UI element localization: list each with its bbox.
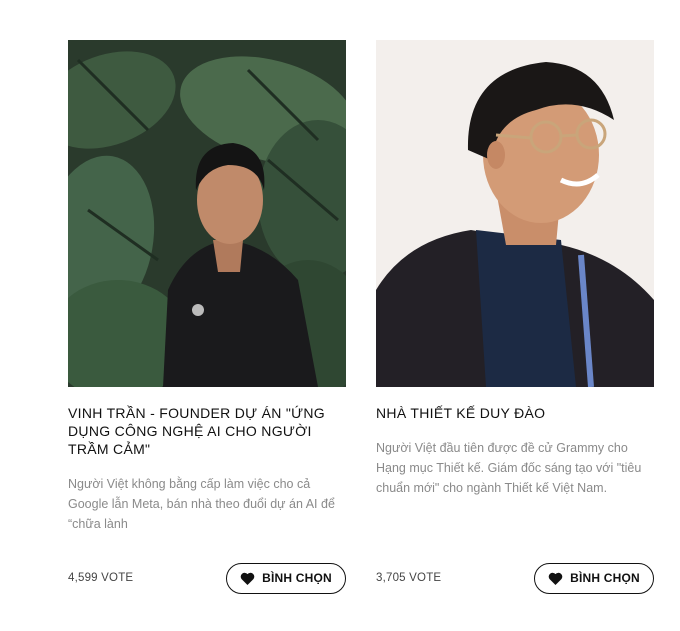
vote-count: 3,705 VOTE — [376, 572, 442, 584]
nominee-photo-image — [68, 40, 346, 387]
nominee-grid: VINH TRẦN - FOUNDER DỰ ÁN "ỨNG DỤNG CÔNG… — [68, 40, 654, 600]
vote-button[interactable]: BÌNH CHỌN — [534, 562, 654, 594]
nominee-title[interactable]: NHÀ THIẾT KẾ DUY ĐÀO — [376, 404, 654, 422]
vote-button[interactable]: BÌNH CHỌN — [226, 562, 346, 594]
nominee-card: NHÀ THIẾT KẾ DUY ĐÀO Người Việt đầu tiên… — [376, 40, 654, 600]
nominee-card: VINH TRẦN - FOUNDER DỰ ÁN "ỨNG DỤNG CÔNG… — [68, 40, 346, 600]
vote-count: 4,599 VOTE — [68, 572, 134, 584]
card-footer: 3,705 VOTE BÌNH CHỌN — [376, 562, 654, 594]
nominee-title[interactable]: VINH TRẦN - FOUNDER DỰ ÁN "ỨNG DỤNG CÔNG… — [68, 404, 346, 458]
heart-icon — [240, 572, 255, 585]
vote-button-label: BÌNH CHỌN — [570, 571, 640, 585]
nominee-photo[interactable] — [68, 40, 346, 387]
heart-icon — [548, 572, 563, 585]
nominee-description: Người Việt đầu tiên được đề cử Grammy ch… — [376, 441, 642, 495]
vote-button-label: BÌNH CHỌN — [262, 571, 332, 585]
nominee-photo-image — [376, 40, 654, 387]
nominee-description: Người Việt không bằng cấp làm việc cho c… — [68, 477, 335, 531]
nominee-photo[interactable] — [376, 40, 654, 387]
card-footer: 4,599 VOTE BÌNH CHỌN — [68, 562, 346, 594]
